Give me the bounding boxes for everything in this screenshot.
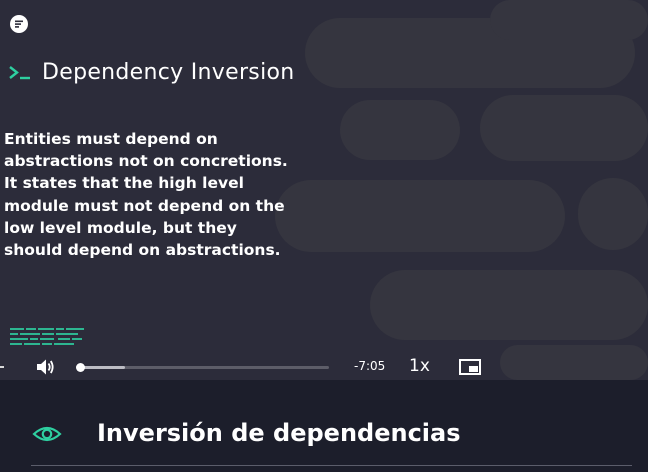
bg-shape xyxy=(500,345,648,380)
bg-shape xyxy=(370,270,648,340)
divider xyxy=(31,465,632,466)
video-player[interactable]: Dependency Inversion Entities must depen… xyxy=(0,0,648,380)
bg-shape xyxy=(275,180,565,252)
bg-shape xyxy=(340,100,460,160)
slide-title-text: Dependency Inversion xyxy=(42,59,295,85)
bg-shape xyxy=(490,0,648,40)
bg-shape xyxy=(480,95,648,161)
logo-icon xyxy=(10,15,28,33)
bg-shape xyxy=(578,178,648,250)
lesson-title: Inversión de dependencias xyxy=(97,419,461,447)
player-controls: -7:05 1x xyxy=(0,350,500,380)
volume-icon[interactable] xyxy=(35,357,55,377)
progress-bar[interactable] xyxy=(76,363,329,372)
picture-in-picture-icon[interactable] xyxy=(458,357,482,377)
progress-fill xyxy=(80,366,125,369)
time-remaining: -7:05 xyxy=(354,359,386,373)
progress-thumb[interactable] xyxy=(76,363,85,372)
eye-icon[interactable] xyxy=(32,423,62,445)
terminal-prompt-icon xyxy=(9,66,30,80)
slide-body-text: Entities must depend on abstractions not… xyxy=(4,130,288,260)
slide-title: Dependency Inversion xyxy=(8,56,294,88)
playback-speed-button[interactable]: 1x xyxy=(409,356,430,376)
control-edge xyxy=(0,366,4,368)
